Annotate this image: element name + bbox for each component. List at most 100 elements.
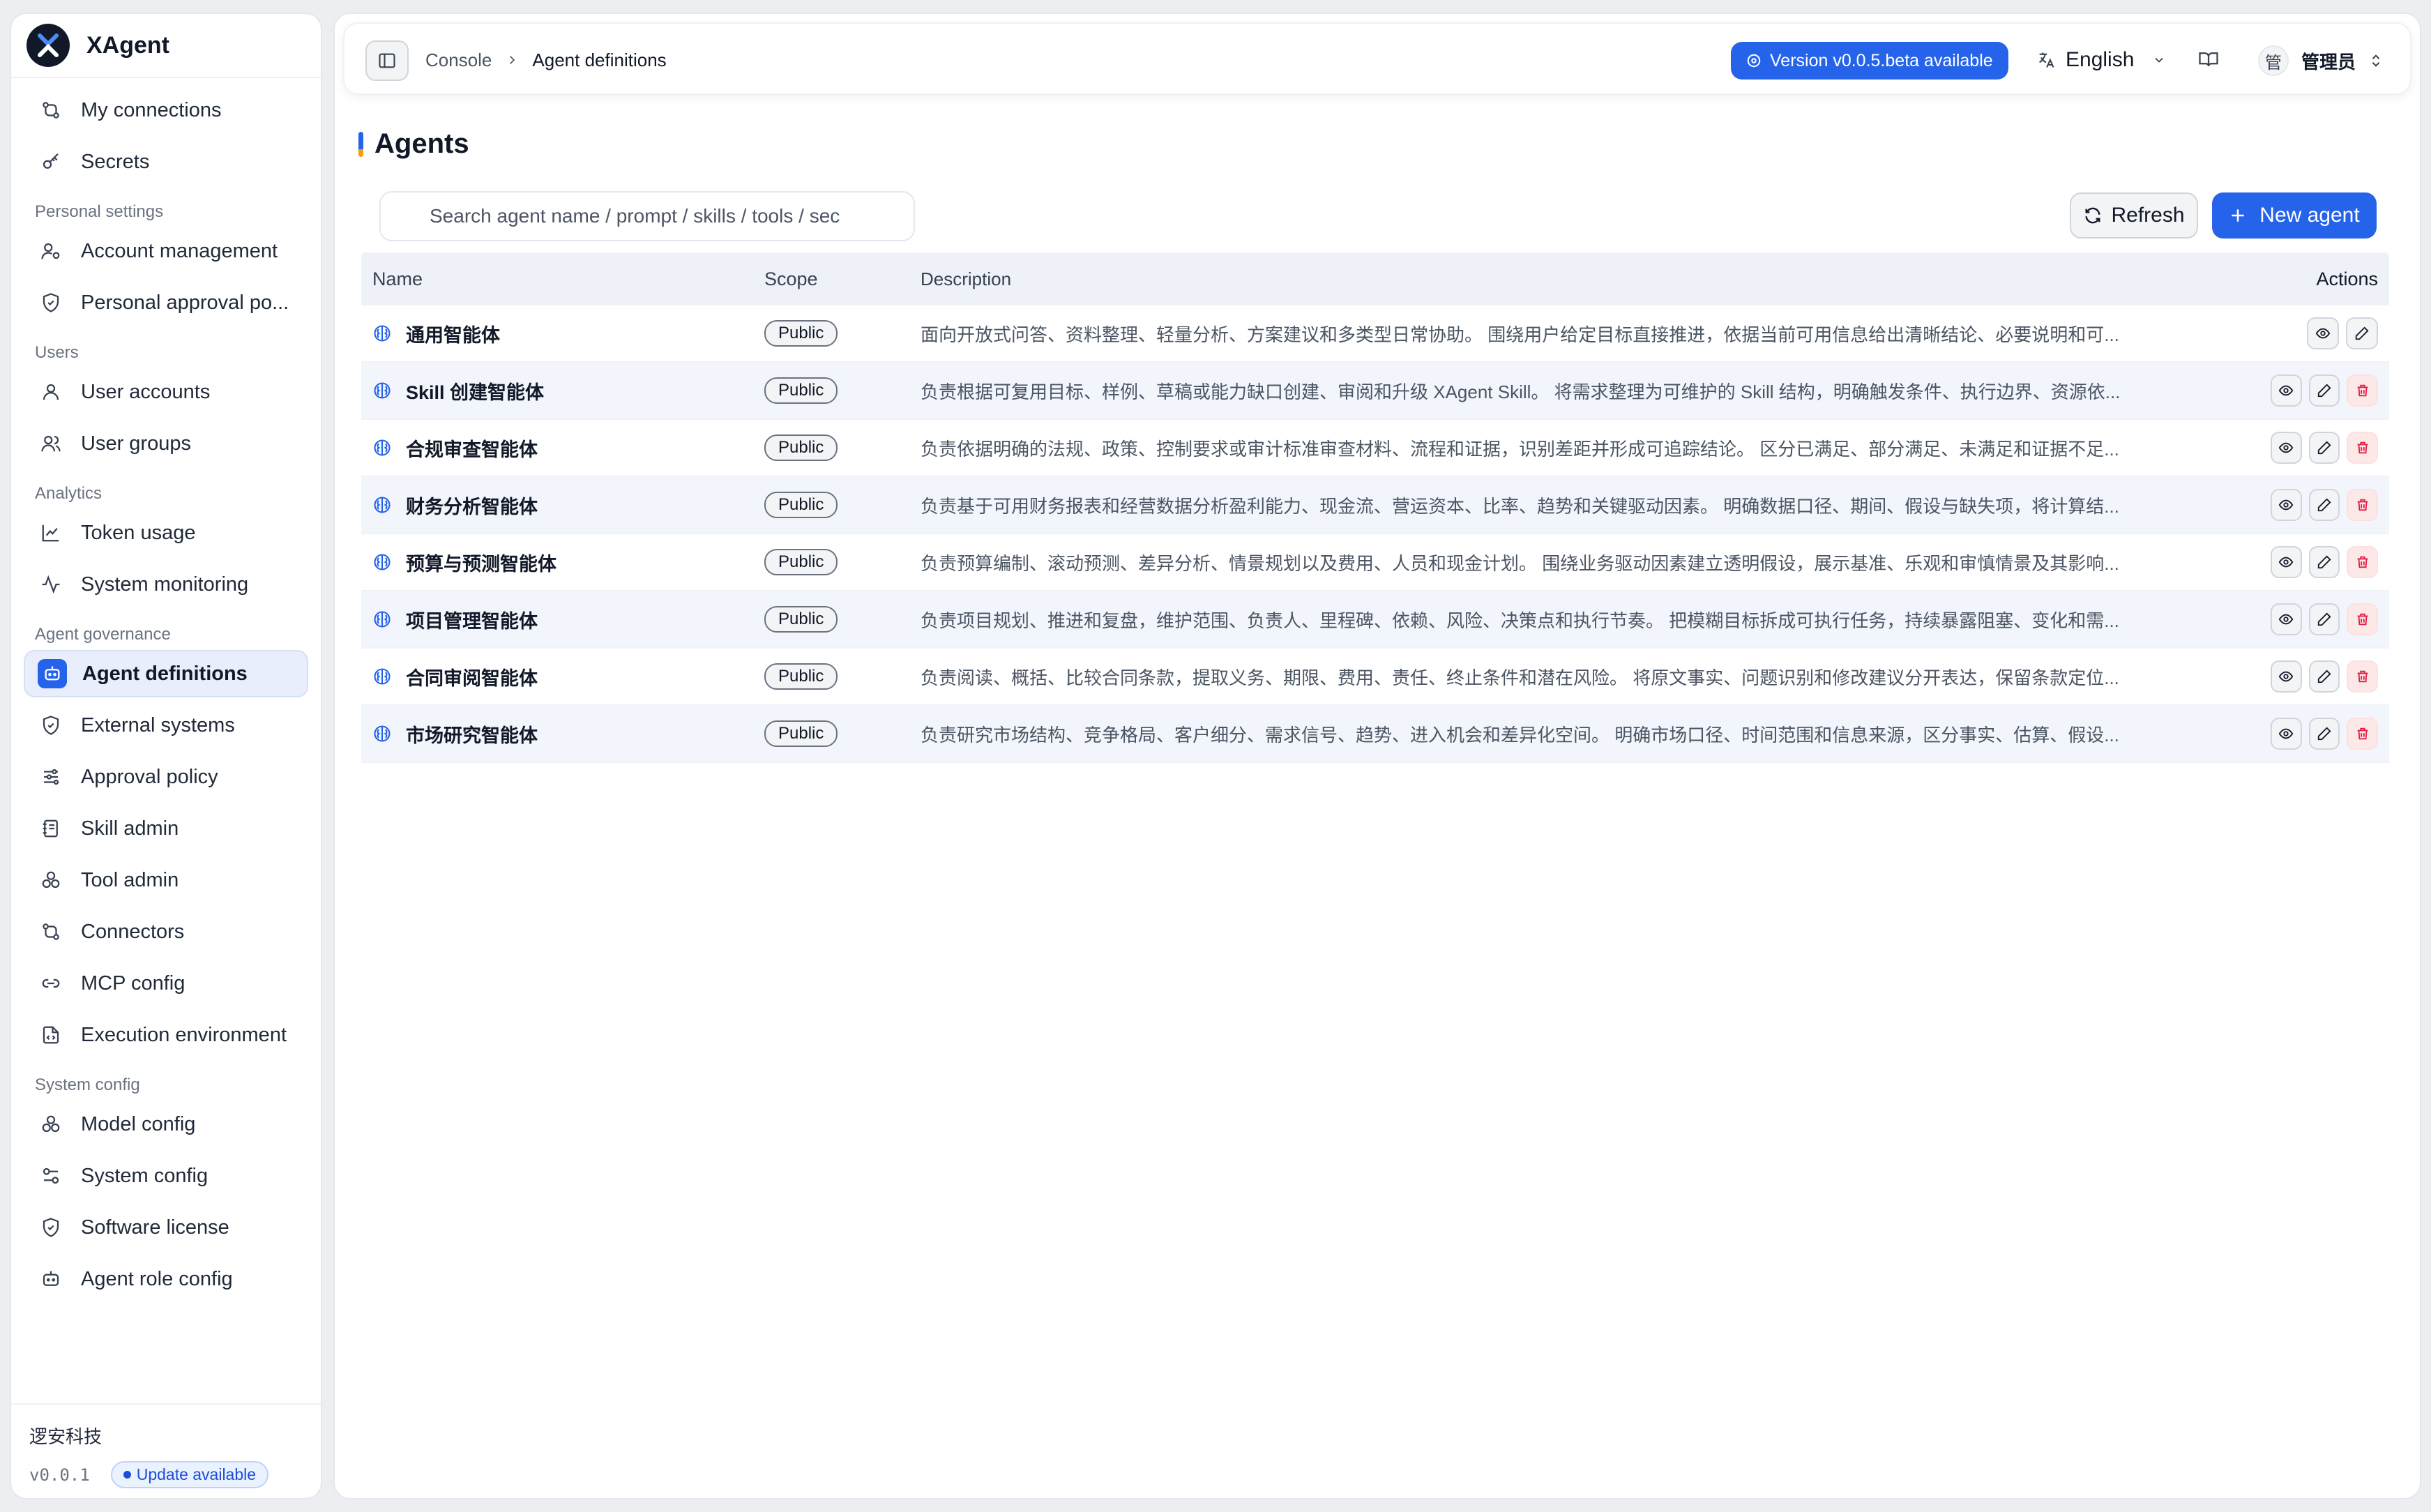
- edit-button[interactable]: [2308, 375, 2340, 407]
- scope-badge: Public: [764, 320, 838, 347]
- sidebar-item-user-accounts[interactable]: User accounts: [24, 368, 308, 416]
- actions-cell: [2264, 317, 2389, 349]
- docs-book-icon[interactable]: [2198, 49, 2219, 70]
- trash-icon: [2355, 497, 2370, 513]
- breadcrumb-current: Agent definitions: [532, 49, 667, 70]
- new-agent-button[interactable]: New agent: [2212, 192, 2377, 239]
- eye-icon: [2278, 726, 2294, 741]
- version-label: Version v0.0.5.beta available: [1770, 50, 1993, 70]
- sidebar-item-connectors[interactable]: Connectors: [24, 908, 308, 955]
- scope-badge: Public: [764, 606, 838, 633]
- sidebar-item-system-config[interactable]: System config: [24, 1152, 308, 1200]
- sidebar-item-secrets[interactable]: Secrets: [24, 138, 308, 186]
- agent-name[interactable]: 项目管理智能体: [406, 606, 538, 633]
- scope-cell: Public: [764, 606, 921, 633]
- sidebar-item-model-config[interactable]: Model config: [24, 1101, 308, 1148]
- user-menu[interactable]: 管 管理员: [2258, 40, 2384, 81]
- sidebar-item-user-groups[interactable]: User groups: [24, 420, 308, 467]
- view-button[interactable]: [2270, 546, 2302, 578]
- table-row[interactable]: 市场研究智能体 Public 负责研究市场结构、竞争格局、客户细分、需求信号、趋…: [361, 706, 2389, 763]
- sidebar-item-external-systems[interactable]: External systems: [24, 702, 308, 749]
- view-button[interactable]: [2270, 375, 2302, 407]
- sidebar-item-tool-admin[interactable]: Tool admin: [24, 856, 308, 904]
- table-row[interactable]: 通用智能体 Public 面向开放式问答、资料整理、轻量分析、方案建议和多类型日…: [361, 305, 2389, 363]
- edit-button[interactable]: [2308, 603, 2340, 635]
- pencil-icon: [2317, 554, 2332, 570]
- agent-name-cell: 合同审阅智能体: [361, 663, 764, 690]
- table-row[interactable]: 合规审查智能体 Public 负责依据明确的法规、政策、控制要求或审计标准审查材…: [361, 420, 2389, 477]
- view-button[interactable]: [2307, 317, 2339, 349]
- sidebar-item-personal-approval-policy[interactable]: Personal approval po...: [24, 279, 308, 326]
- search-input[interactable]: [379, 191, 915, 241]
- agent-name[interactable]: 预算与预测智能体: [406, 549, 556, 576]
- table-row[interactable]: 项目管理智能体 Public 负责项目规划、推进和复盘，维护范围、负责人、里程碑…: [361, 591, 2389, 649]
- description-cell: 负责研究市场结构、竞争格局、客户细分、需求信号、趋势、进入机会和差异化空间。 明…: [921, 724, 2119, 746]
- view-button[interactable]: [2270, 603, 2302, 635]
- language-select[interactable]: English: [2036, 24, 2166, 96]
- table-row[interactable]: 财务分析智能体 Public 负责基于可用财务报表和经营数据分析盈利能力、现金流…: [361, 477, 2389, 534]
- brain-icon: [372, 381, 392, 400]
- sidebar-item-system-monitoring[interactable]: System monitoring: [24, 561, 308, 608]
- view-button[interactable]: [2270, 489, 2302, 521]
- delete-button[interactable]: [2347, 660, 2378, 693]
- breadcrumb-console[interactable]: Console: [425, 50, 492, 71]
- new-agent-label: New agent: [2259, 204, 2360, 227]
- sidebar-toggle-button[interactable]: [365, 40, 409, 81]
- edit-button[interactable]: [2308, 718, 2340, 750]
- info-circle-icon: [1746, 53, 1762, 68]
- sidebar-item-skill-admin[interactable]: Skill admin: [24, 805, 308, 852]
- line-chart-icon: [39, 521, 63, 545]
- shield-check-icon: [39, 1216, 63, 1239]
- brain-icon: [372, 324, 392, 343]
- edit-button[interactable]: [2308, 489, 2340, 521]
- view-button[interactable]: [2270, 718, 2302, 750]
- brain-icon: [372, 610, 392, 629]
- view-button[interactable]: [2270, 660, 2302, 693]
- agent-name[interactable]: Skill 创建智能体: [406, 377, 544, 405]
- sidebar-item-agent-role-config[interactable]: Agent role config: [24, 1255, 308, 1303]
- view-button[interactable]: [2270, 432, 2302, 464]
- description-cell: 负责基于可用财务报表和经营数据分析盈利能力、现金流、营运资本、比率、趋势和关键驱…: [921, 495, 2119, 517]
- brain-icon: [372, 667, 392, 686]
- sidebar-item-mcp-config[interactable]: MCP config: [24, 960, 308, 1007]
- delete-button[interactable]: [2347, 432, 2378, 464]
- update-available-badge[interactable]: Update available: [110, 1461, 269, 1488]
- delete-button[interactable]: [2347, 603, 2378, 635]
- brand[interactable]: XAgent: [11, 14, 321, 78]
- edit-button[interactable]: [2308, 660, 2340, 693]
- delete-button[interactable]: [2347, 718, 2378, 750]
- agent-name[interactable]: 合规审查智能体: [406, 434, 538, 462]
- sidebar-item-software-license[interactable]: Software license: [24, 1204, 308, 1251]
- chevrons-up-down-icon: [2368, 53, 2384, 68]
- sidebar-item-execution-environment[interactable]: Execution environment: [24, 1011, 308, 1059]
- delete-button[interactable]: [2347, 375, 2378, 407]
- delete-button[interactable]: [2347, 489, 2378, 521]
- agent-name[interactable]: 通用智能体: [406, 320, 500, 347]
- scope-badge: Public: [764, 434, 838, 461]
- table-row[interactable]: Skill 创建智能体 Public 负责根据可复用目标、样例、草稿或能力缺口创…: [361, 363, 2389, 420]
- sidebar-item-token-usage[interactable]: Token usage: [24, 509, 308, 557]
- table-row[interactable]: 合同审阅智能体 Public 负责阅读、概括、比较合同条款，提取义务、期限、费用…: [361, 649, 2389, 706]
- sidebar-item-label: External systems: [81, 713, 235, 736]
- trash-icon: [2355, 383, 2370, 398]
- pencil-icon: [2317, 383, 2332, 398]
- company-name: 逻安科技: [29, 1426, 103, 1447]
- agent-name-cell: 合规审查智能体: [361, 434, 764, 462]
- agent-name[interactable]: 市场研究智能体: [406, 720, 538, 748]
- edit-button[interactable]: [2308, 546, 2340, 578]
- edit-button[interactable]: [2308, 432, 2340, 464]
- brain-icon: [372, 552, 392, 572]
- sidebar-item-account-management[interactable]: Account management: [24, 227, 308, 275]
- agent-name[interactable]: 合同审阅智能体: [406, 663, 538, 690]
- eye-icon: [2278, 440, 2294, 455]
- version-available-button[interactable]: Version v0.0.5.beta available: [1731, 42, 2008, 80]
- refresh-button[interactable]: Refresh: [2070, 192, 2198, 239]
- sidebar-item-my-connections[interactable]: My connections: [24, 86, 308, 134]
- agent-name[interactable]: 财务分析智能体: [406, 492, 538, 519]
- sidebar-item-approval-policy[interactable]: Approval policy: [24, 753, 308, 801]
- actions-cell: [2264, 718, 2389, 750]
- sidebar-item-agent-definitions[interactable]: Agent definitions: [24, 650, 308, 697]
- table-row[interactable]: 预算与预测智能体 Public 负责预算编制、滚动预测、差异分析、情景规划以及费…: [361, 534, 2389, 591]
- delete-button[interactable]: [2347, 546, 2378, 578]
- edit-button[interactable]: [2346, 317, 2378, 349]
